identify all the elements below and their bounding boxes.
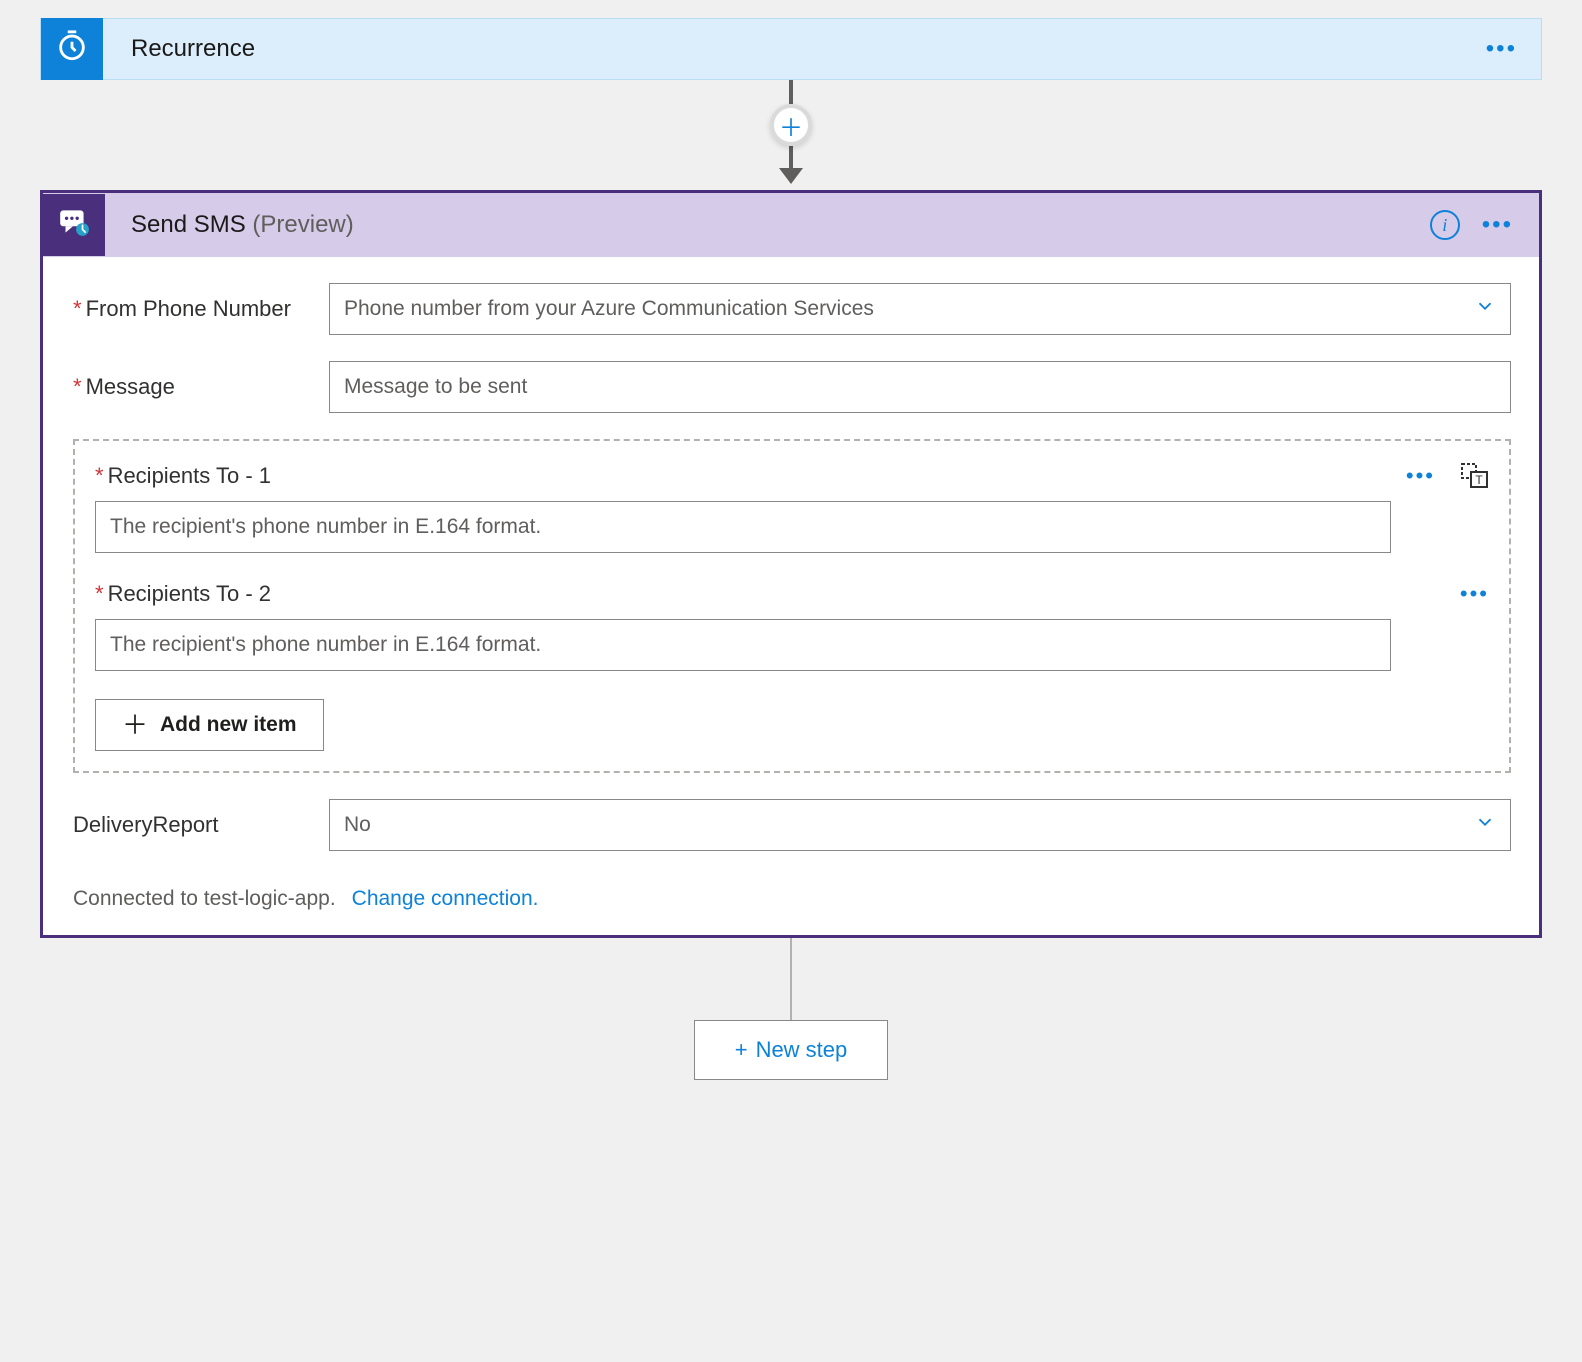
recipient-2-header: *Recipients To - 2 ••• (95, 581, 1489, 607)
sms-icon-box (43, 194, 105, 256)
required-asterisk: * (95, 581, 104, 606)
send-sms-card: Send SMS (Preview) i ••• *From Phone Num… (40, 190, 1542, 938)
delivery-report-row: DeliveryReport No (73, 799, 1511, 851)
required-asterisk: * (95, 463, 104, 488)
delivery-report-select[interactable]: No (329, 799, 1511, 851)
send-sms-header[interactable]: Send SMS (Preview) i ••• (43, 193, 1539, 257)
recurrence-card[interactable]: Recurrence ••• (40, 18, 1542, 80)
svg-text:T: T (1475, 473, 1483, 487)
message-placeholder: Message to be sent (344, 375, 527, 399)
delivery-report-control: No (329, 799, 1511, 851)
recipient-1-input[interactable]: The recipient's phone number in E.164 fo… (95, 501, 1391, 553)
required-asterisk: * (73, 374, 82, 399)
clock-icon (55, 29, 89, 69)
recipient-1-header: *Recipients To - 1 ••• T (95, 463, 1489, 489)
chat-bubble-icon (57, 205, 91, 245)
delivery-report-label: DeliveryReport (73, 812, 329, 838)
connector-top: ＋ (40, 80, 1542, 190)
new-step-label: New step (756, 1037, 848, 1063)
from-phone-label-text: From Phone Number (86, 296, 291, 321)
message-label: *Message (73, 374, 329, 400)
recipient-1-input-wrap: The recipient's phone number in E.164 fo… (95, 501, 1489, 553)
recipient-2-placeholder: The recipient's phone number in E.164 fo… (110, 633, 541, 657)
plus-icon: ＋ (122, 712, 148, 738)
recurrence-more-button[interactable]: ••• (1486, 35, 1541, 63)
sms-title-text: Send SMS (131, 211, 246, 238)
switch-to-text-mode-icon[interactable]: T (1461, 463, 1489, 489)
new-step-button[interactable]: + New step (694, 1020, 889, 1080)
recipient-2-actions: ••• (1460, 581, 1489, 607)
recipient-2-label: *Recipients To - 2 (95, 581, 271, 607)
plus-icon: ＋ (779, 108, 803, 143)
recipient-1-label-text: Recipients To - 1 (108, 463, 271, 488)
arrow-down-icon (779, 168, 803, 184)
connector-line (789, 146, 793, 168)
recipient-row-2: *Recipients To - 2 ••• The recipient's p… (95, 581, 1489, 671)
recipient-1-placeholder: The recipient's phone number in E.164 fo… (110, 515, 541, 539)
recipient-2-input[interactable]: The recipient's phone number in E.164 fo… (95, 619, 1391, 671)
from-phone-label: *From Phone Number (73, 296, 329, 322)
add-new-item-label: Add new item (160, 713, 297, 737)
recipient-2-more-button[interactable]: ••• (1460, 581, 1489, 607)
recipient-2-label-text: Recipients To - 2 (108, 581, 271, 606)
sms-header-actions: i ••• (1430, 210, 1539, 240)
send-sms-title: Send SMS (Preview) (105, 211, 1430, 239)
chevron-down-icon (1474, 811, 1496, 839)
connector-line (790, 938, 792, 1020)
from-phone-control: Phone number from your Azure Communicati… (329, 283, 1511, 335)
connected-to-text: Connected to test-logic-app. (73, 887, 336, 911)
sms-more-button[interactable]: ••• (1482, 211, 1513, 239)
sms-preview-suffix: (Preview) (252, 211, 353, 238)
from-phone-row: *From Phone Number Phone number from you… (73, 283, 1511, 335)
from-phone-placeholder: Phone number from your Azure Communicati… (344, 297, 874, 321)
recipient-1-label: *Recipients To - 1 (95, 463, 271, 489)
change-connection-link[interactable]: Change connection. (352, 887, 539, 911)
connection-footer: Connected to test-logic-app. Change conn… (73, 887, 1511, 911)
message-label-text: Message (86, 374, 175, 399)
recipient-1-actions: ••• T (1406, 463, 1489, 489)
info-icon[interactable]: i (1430, 210, 1460, 240)
sms-body: *From Phone Number Phone number from you… (43, 257, 1539, 935)
message-input[interactable]: Message to be sent (329, 361, 1511, 413)
recurrence-icon-box (41, 18, 103, 80)
add-new-item-button[interactable]: ＋ Add new item (95, 699, 324, 751)
from-phone-select[interactable]: Phone number from your Azure Communicati… (329, 283, 1511, 335)
plus-icon: + (735, 1037, 748, 1063)
chevron-down-icon (1474, 295, 1496, 323)
delivery-report-value: No (344, 813, 371, 837)
recipients-group: *Recipients To - 1 ••• T (73, 439, 1511, 773)
recipient-2-input-wrap: The recipient's phone number in E.164 fo… (95, 619, 1489, 671)
message-row: *Message Message to be sent (73, 361, 1511, 413)
recipient-1-more-button[interactable]: ••• (1406, 463, 1435, 489)
message-control: Message to be sent (329, 361, 1511, 413)
recipient-row-1: *Recipients To - 1 ••• T (95, 463, 1489, 553)
required-asterisk: * (73, 296, 82, 321)
recurrence-title: Recurrence (103, 35, 1486, 63)
connector-line (789, 80, 793, 104)
insert-step-button[interactable]: ＋ (770, 104, 812, 146)
connector-bottom: + New step (40, 938, 1542, 1080)
